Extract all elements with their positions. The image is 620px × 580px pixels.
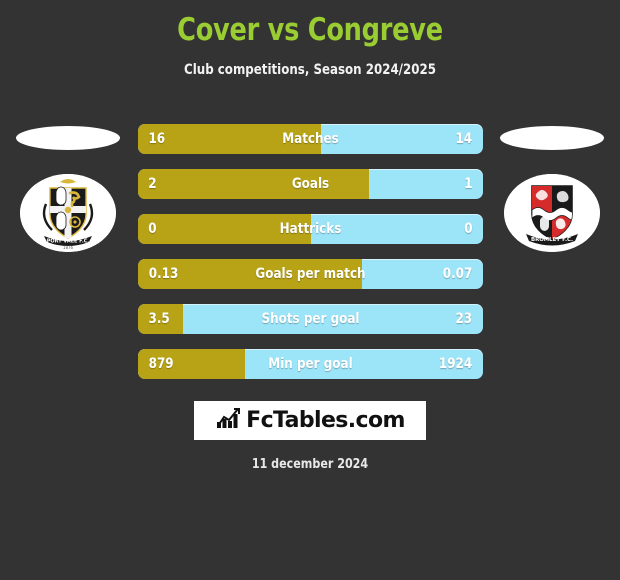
- port-vale-fc-badge: PORT VALE F.C. 1876: [20, 174, 116, 252]
- away-value: 1: [464, 176, 473, 192]
- page-title: Cover vs Congreve: [177, 12, 443, 48]
- stat-label: Hattricks: [279, 221, 342, 237]
- bar-chart-growth-icon: [215, 406, 241, 435]
- svg-text:BROMLEY F.C.: BROMLEY F.C.: [531, 237, 573, 243]
- stat-row-goals: 2 Goals 1: [138, 169, 483, 199]
- stat-label: Goals: [291, 176, 330, 192]
- stat-label: Matches: [282, 131, 339, 147]
- home-player-photo-placeholder: [16, 126, 120, 150]
- stat-row-min-per-goal: 879 Min per goal 1924: [138, 349, 483, 379]
- away-value: 23: [455, 311, 473, 327]
- stat-row-hattricks: 0 Hattricks 0: [138, 214, 483, 244]
- stat-row-shots-per-goal: 3.5 Shots per goal 23: [138, 304, 483, 334]
- svg-text:1876: 1876: [63, 245, 74, 250]
- generated-date: 11 december 2024: [251, 457, 369, 472]
- bromley-fc-badge: BROMLEY F.C.: [504, 174, 600, 252]
- away-value: 1924: [438, 356, 473, 372]
- fctables-logo-text: FcTables.com: [246, 408, 405, 433]
- away-value: 14: [455, 131, 473, 147]
- stat-row-goals-per-match: 0.13 Goals per match 0.07: [138, 259, 483, 289]
- fctables-logo[interactable]: FcTables.com: [194, 401, 426, 440]
- stat-label: Goals per match: [255, 266, 366, 282]
- svg-text:PORT VALE F.C.: PORT VALE F.C.: [47, 238, 90, 244]
- page-subtitle: Club competitions, Season 2024/2025: [184, 62, 436, 78]
- stat-bars-list: 16 Matches 14 2 Goals 1 0 Hattricks 0 0.…: [138, 124, 483, 394]
- stat-label: Min per goal: [268, 356, 353, 372]
- infographic-page: Cover vs Congreve Club competitions, Sea…: [0, 0, 620, 580]
- stat-row-matches: 16 Matches 14: [138, 124, 483, 154]
- away-value: 0.07: [442, 266, 473, 282]
- away-value: 0: [464, 221, 473, 237]
- stat-label: Shots per goal: [261, 311, 360, 327]
- away-player-photo-placeholder: [500, 126, 604, 150]
